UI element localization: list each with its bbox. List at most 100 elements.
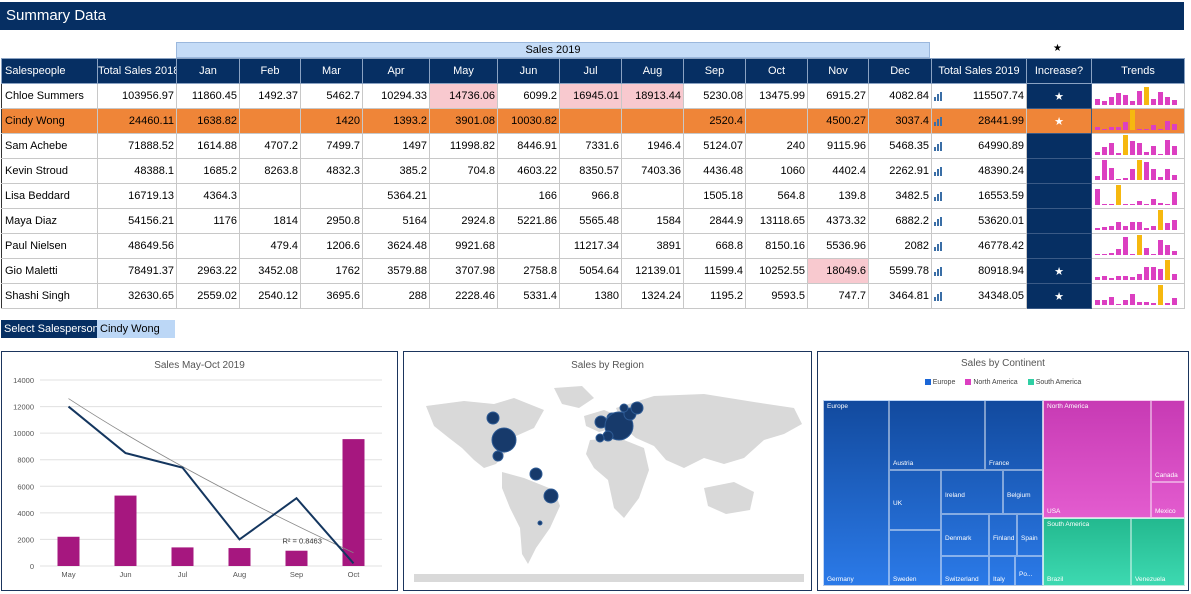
month-sales-cell[interactable]: 5221.86 (497, 208, 560, 234)
month-sales-cell[interactable]: 3037.4 (868, 108, 932, 134)
month-sales-cell[interactable]: 1060 (745, 158, 808, 184)
month-sales-cell[interactable]: 2520.4 (683, 108, 746, 134)
month-sales-cell[interactable]: 1324.24 (621, 283, 684, 309)
tm-ireland[interactable]: Ireland (941, 470, 1003, 514)
col-header-apr[interactable]: Apr (362, 58, 430, 84)
col-header-trends[interactable]: Trends (1091, 58, 1185, 84)
salesperson-name[interactable]: Chloe Summers (1, 83, 98, 109)
month-sales-cell[interactable] (429, 183, 498, 209)
month-sales-cell[interactable]: 6915.27 (807, 83, 869, 109)
month-sales-cell[interactable]: 2844.9 (683, 208, 746, 234)
month-sales-cell[interactable]: 4402.4 (807, 158, 869, 184)
month-sales-cell[interactable]: 4707.2 (239, 133, 301, 159)
tm-italy[interactable]: Italy (989, 556, 1015, 586)
month-sales-cell[interactable]: 7403.36 (621, 158, 684, 184)
tm-uk[interactable]: UK (889, 470, 941, 530)
month-sales-cell[interactable]: 18049.6 (807, 258, 869, 284)
month-sales-cell[interactable]: 1762 (300, 258, 363, 284)
total-sales-2018-cell[interactable]: 16719.13 (97, 183, 177, 209)
month-sales-cell[interactable]: 6099.2 (497, 83, 560, 109)
month-sales-cell[interactable]: 139.8 (807, 183, 869, 209)
col-header-total-sales-2019[interactable]: Total Sales 2019 (931, 58, 1027, 84)
month-sales-cell[interactable]: 4373.32 (807, 208, 869, 234)
tm-portugal[interactable]: Po... (1015, 556, 1043, 586)
month-sales-cell[interactable]: 385.2 (362, 158, 430, 184)
month-sales-cell[interactable] (176, 233, 240, 259)
salesperson-name[interactable]: Maya Diaz (1, 208, 98, 234)
month-sales-cell[interactable]: 5230.08 (683, 83, 746, 109)
month-sales-cell[interactable]: 1176 (176, 208, 240, 234)
salesperson-name[interactable]: Sam Achebe (1, 133, 98, 159)
tm-austria[interactable]: Austria (889, 400, 985, 470)
salesperson-name[interactable]: Kevin Stroud (1, 158, 98, 184)
month-sales-cell[interactable]: 166 (497, 183, 560, 209)
col-header-jul[interactable]: Jul (559, 58, 622, 84)
month-sales-cell[interactable]: 3891 (621, 233, 684, 259)
month-sales-cell[interactable]: 2758.8 (497, 258, 560, 284)
col-header-sep[interactable]: Sep (683, 58, 746, 84)
month-sales-cell[interactable]: 1614.88 (176, 133, 240, 159)
month-sales-cell[interactable]: 288 (362, 283, 430, 309)
tm-sweden[interactable]: Sweden (889, 530, 941, 586)
col-header-increase[interactable]: Increase? (1026, 58, 1092, 84)
total-sales-2018-cell[interactable]: 103956.97 (97, 83, 177, 109)
month-sales-cell[interactable]: 2924.8 (429, 208, 498, 234)
month-sales-cell[interactable] (621, 183, 684, 209)
month-sales-cell[interactable]: 11217.34 (559, 233, 622, 259)
col-header-dec[interactable]: Dec (868, 58, 932, 84)
month-sales-cell[interactable]: 1685.2 (176, 158, 240, 184)
total-sales-2019-cell[interactable]: 28441.99 (931, 108, 1027, 134)
sales-by-continent-treemap[interactable]: Sales by Continent Europe North America … (817, 351, 1189, 591)
total-sales-2019-cell[interactable]: 46778.42 (931, 233, 1027, 259)
month-sales-cell[interactable]: 3452.08 (239, 258, 301, 284)
month-sales-cell[interactable]: 5536.96 (807, 233, 869, 259)
total-sales-2019-cell[interactable]: 16553.59 (931, 183, 1027, 209)
col-header-mar[interactable]: Mar (300, 58, 363, 84)
increase-indicator[interactable] (1026, 233, 1092, 259)
month-sales-cell[interactable]: 6882.2 (868, 208, 932, 234)
month-sales-cell[interactable]: 9593.5 (745, 283, 808, 309)
region-bubble[interactable] (491, 427, 517, 453)
salesperson-name[interactable]: Paul Nielsen (1, 233, 98, 259)
col-header-oct[interactable]: Oct (745, 58, 808, 84)
month-sales-cell[interactable]: 5331.4 (497, 283, 560, 309)
month-sales-cell[interactable]: 1492.37 (239, 83, 301, 109)
tm-denmark[interactable]: Denmark (941, 514, 989, 556)
tm-france[interactable]: France (985, 400, 1043, 470)
tm-canada[interactable]: Canada (1151, 400, 1185, 482)
salesperson-name[interactable]: Gio Maletti (1, 258, 98, 284)
month-sales-cell[interactable]: 16945.01 (559, 83, 622, 109)
trend-sparkline-cell[interactable] (1091, 133, 1185, 159)
sales-by-region-map[interactable]: Sales by Region (403, 351, 812, 591)
increase-indicator[interactable] (1026, 183, 1092, 209)
month-sales-cell[interactable] (497, 233, 560, 259)
month-sales-cell[interactable]: 9115.96 (807, 133, 869, 159)
increase-indicator[interactable]: ★ (1026, 283, 1092, 309)
month-sales-cell[interactable]: 4603.22 (497, 158, 560, 184)
col-header-aug[interactable]: Aug (621, 58, 684, 84)
month-sales-cell[interactable]: 2559.02 (176, 283, 240, 309)
month-sales-cell[interactable]: 966.8 (559, 183, 622, 209)
salesperson-name[interactable]: Cindy Wong (1, 108, 98, 134)
trend-sparkline-cell[interactable] (1091, 83, 1185, 109)
month-sales-cell[interactable]: 8150.16 (745, 233, 808, 259)
month-sales-cell[interactable]: 3624.48 (362, 233, 430, 259)
salesperson-name[interactable]: Shashi Singh (1, 283, 98, 309)
month-sales-cell[interactable]: 747.7 (807, 283, 869, 309)
month-sales-cell[interactable]: 5468.35 (868, 133, 932, 159)
month-sales-cell[interactable]: 2228.46 (429, 283, 498, 309)
tm-venezuela[interactable]: Venezuela (1131, 518, 1185, 586)
month-sales-cell[interactable] (300, 183, 363, 209)
month-sales-cell[interactable]: 1420 (300, 108, 363, 134)
total-sales-2018-cell[interactable]: 48388.1 (97, 158, 177, 184)
region-bubble[interactable] (595, 433, 605, 443)
month-sales-cell[interactable]: 10030.82 (497, 108, 560, 134)
month-sales-cell[interactable]: 1497 (362, 133, 430, 159)
increase-indicator[interactable]: ★ (1026, 83, 1092, 109)
month-sales-cell[interactable]: 240 (745, 133, 808, 159)
trend-sparkline-cell[interactable] (1091, 108, 1185, 134)
trend-sparkline-cell[interactable] (1091, 158, 1185, 184)
month-sales-cell[interactable]: 13118.65 (745, 208, 808, 234)
month-sales-cell[interactable]: 4436.48 (683, 158, 746, 184)
month-sales-cell[interactable]: 5164 (362, 208, 430, 234)
